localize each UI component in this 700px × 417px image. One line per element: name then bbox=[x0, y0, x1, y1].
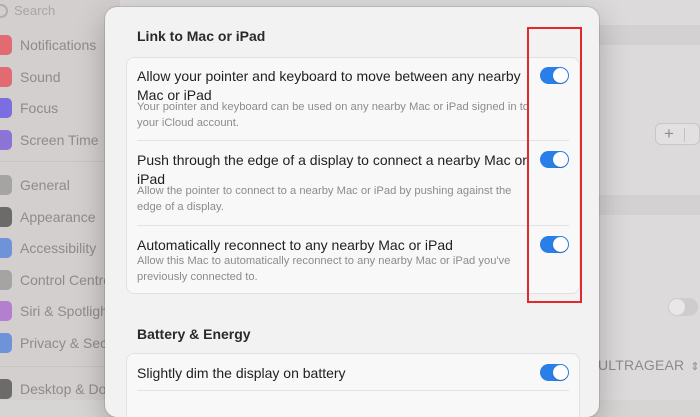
speaker-icon bbox=[0, 67, 12, 87]
gear-icon bbox=[0, 175, 12, 195]
sidebar: Search Notifications Sound Focus Screen … bbox=[0, 0, 134, 403]
background-toggle[interactable] bbox=[668, 298, 698, 316]
link-settings-sheet: Link to Mac or iPad Allow your pointer a… bbox=[105, 7, 599, 417]
sidebar-item-general[interactable]: General bbox=[0, 171, 120, 199]
sidebar-item-label: Control Centre bbox=[20, 272, 112, 288]
sidebar-item-desktop-dock[interactable]: Desktop & Dock bbox=[0, 375, 120, 403]
chevron-updown-icon: ⇕ bbox=[690, 361, 700, 373]
sidebar-item-label: Siri & Spotlight bbox=[20, 303, 112, 319]
setting-title: Automatically reconnect to any nearby Ma… bbox=[137, 237, 453, 253]
search-field[interactable]: Search bbox=[0, 0, 120, 26]
button-separator bbox=[684, 128, 685, 142]
search-placeholder: Search bbox=[14, 3, 56, 18]
display-name: ULTRAGEAR bbox=[598, 357, 685, 373]
sidebar-item-siri-spotlight[interactable]: Siri & Spotlight bbox=[0, 297, 120, 325]
sidebar-item-label: Accessibility bbox=[20, 240, 97, 256]
row-divider bbox=[137, 390, 569, 391]
sidebar-item-control-centre[interactable]: Control Centre bbox=[0, 266, 120, 294]
sidebar-item-label: Focus bbox=[20, 100, 59, 116]
bell-icon bbox=[0, 35, 12, 55]
setting-description: Allow this Mac to automatically reconnec… bbox=[137, 255, 511, 283]
sidebar-item-label: Appearance bbox=[20, 209, 96, 225]
add-display-button[interactable]: + bbox=[655, 123, 700, 145]
background-row bbox=[590, 195, 700, 215]
plus-icon: + bbox=[664, 124, 674, 143]
sidebar-item-sound[interactable]: Sound bbox=[0, 63, 120, 91]
section-title-battery: Battery & Energy bbox=[137, 326, 251, 342]
sidebar-item-notifications[interactable]: Notifications bbox=[0, 31, 120, 59]
hand-icon bbox=[0, 333, 12, 353]
setting-title: Slightly dim the display on battery bbox=[137, 365, 346, 381]
sidebar-divider bbox=[0, 161, 120, 162]
toggle-knob bbox=[553, 365, 568, 380]
dock-icon bbox=[0, 379, 12, 399]
setting-description: Your pointer and keyboard can be used on… bbox=[137, 101, 530, 129]
sidebar-item-appearance[interactable]: Appearance bbox=[0, 203, 120, 231]
sidebar-item-screen-time[interactable]: Screen Time bbox=[0, 126, 120, 154]
control-centre-icon bbox=[0, 270, 12, 290]
sidebar-item-label: Sound bbox=[20, 69, 61, 85]
accessibility-icon bbox=[0, 238, 12, 258]
moon-icon bbox=[0, 98, 12, 118]
setting-row-auto-reconnect: Automatically reconnect to any nearby Ma… bbox=[127, 226, 579, 294]
link-settings-card: Allow your pointer and keyboard to move … bbox=[126, 57, 580, 294]
background-row bbox=[590, 25, 700, 45]
search-icon bbox=[0, 4, 8, 18]
siri-icon bbox=[0, 301, 12, 321]
sidebar-item-label: Screen Time bbox=[20, 132, 99, 148]
setting-row-pointer-keyboard: Allow your pointer and keyboard to move … bbox=[127, 58, 579, 139]
battery-settings-card: Slightly dim the display on battery bbox=[126, 353, 580, 417]
sidebar-item-accessibility[interactable]: Accessibility bbox=[0, 234, 120, 262]
section-title-link: Link to Mac or iPad bbox=[137, 28, 266, 44]
highlight-box bbox=[527, 27, 582, 303]
sidebar-item-label: Notifications bbox=[20, 37, 97, 53]
setting-row-push-edge: Push through the edge of a display to co… bbox=[127, 141, 579, 225]
toggle-dim-display[interactable] bbox=[540, 364, 569, 381]
setting-description: Allow the pointer to connect to a nearby… bbox=[137, 185, 512, 213]
sidebar-item-label: General bbox=[20, 177, 70, 193]
hourglass-icon bbox=[0, 130, 12, 150]
sidebar-item-focus[interactable]: Focus bbox=[0, 94, 120, 122]
appearance-icon bbox=[0, 207, 12, 227]
sidebar-item-privacy-security[interactable]: Privacy & Security bbox=[0, 329, 134, 357]
sidebar-divider bbox=[0, 366, 120, 367]
display-selector[interactable]: ULTRAGEAR ⇕ bbox=[598, 357, 700, 373]
setting-row-dim-display: Slightly dim the display on battery bbox=[127, 354, 579, 390]
